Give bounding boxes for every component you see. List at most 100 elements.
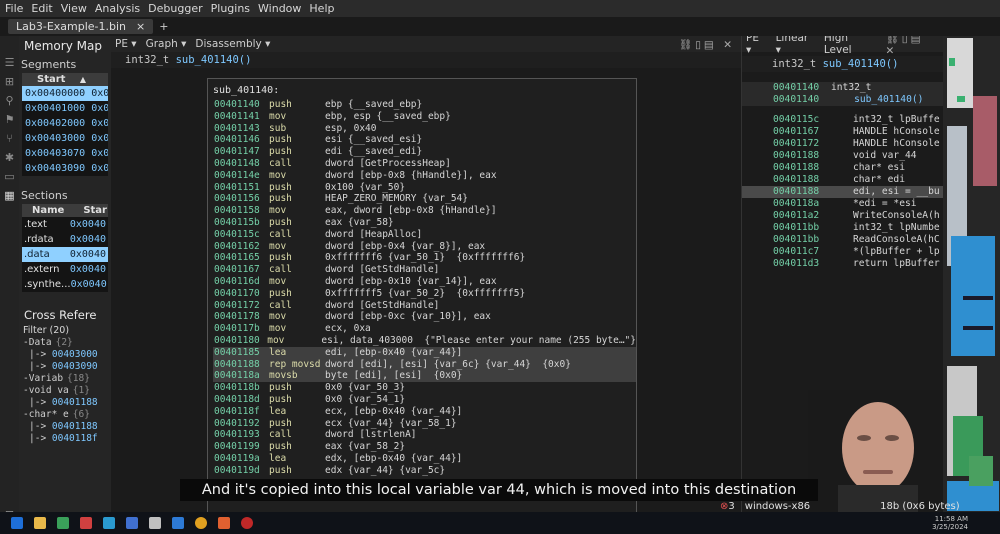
- xref-item[interactable]: |-> 00403090: [19, 361, 111, 373]
- menu-item-debugger[interactable]: Debugger: [148, 2, 202, 15]
- disasm-line[interactable]: 0040114e mov dword [ebp-0x8 {hHandle}], ea…: [213, 170, 636, 182]
- disasm-line[interactable]: 00401193 call dword [lstrlenA]: [213, 429, 636, 441]
- disasm-line[interactable]: 00401162 mov dword [ebp-0x4 {var_8}], eax: [213, 241, 636, 253]
- signature-name[interactable]: sub_401140(): [176, 54, 252, 66]
- disasm-line[interactable]: 00401158 mov eax, dword [ebp-0x8 {hHandle}…: [213, 205, 636, 217]
- debug-icon[interactable]: ✱: [5, 151, 14, 164]
- menu-item-edit[interactable]: Edit: [31, 2, 52, 15]
- disasm-line[interactable]: 00401141 mov ebp, esp {__saved_ebp}: [213, 111, 636, 123]
- xref-item[interactable]: -void va {1}: [19, 385, 111, 397]
- xref-item[interactable]: -Data {2}: [19, 337, 111, 349]
- memory-map-icon[interactable]: ▦: [4, 189, 14, 202]
- menu-item-help[interactable]: Help: [309, 2, 334, 15]
- hl-line[interactable]: 00401188 edi, esi = __bu: [742, 186, 943, 198]
- hl-header-line[interactable]: 00401140 int32_t: [742, 82, 943, 94]
- app6-icon[interactable]: [172, 517, 184, 529]
- app7-icon[interactable]: [218, 517, 230, 529]
- menu-item-file[interactable]: File: [5, 2, 23, 15]
- callgraph-icon[interactable]: ⑂: [6, 132, 13, 145]
- disasm-line[interactable]: 00401146 push esi {__saved_esi}: [213, 134, 636, 146]
- disasm-line[interactable]: 00401148 call dword [GetProcessHeap]: [213, 158, 636, 170]
- hl-line[interactable]: 00401188 char* edi: [742, 174, 943, 186]
- hl-line[interactable]: 004011bb int32_t lpNumbe: [742, 222, 943, 234]
- app5-icon[interactable]: [149, 517, 161, 529]
- disasm-line[interactable]: 0040118f lea ecx, [ebp-0x40 {var_44}]: [213, 406, 636, 418]
- disasm-line[interactable]: 00401188 rep movsd dword [edi], [esi] {var…: [213, 358, 636, 371]
- clock[interactable]: 11:58 AM 3/25/2024: [932, 515, 1000, 531]
- chrome-icon[interactable]: [195, 517, 207, 529]
- menu-item-view[interactable]: View: [61, 2, 87, 15]
- hl-line[interactable]: 0040118a *edi = *esi: [742, 198, 943, 210]
- segments-header[interactable]: Start ▲: [22, 73, 108, 86]
- disasm-line[interactable]: 00401199 push eax {var_58_2}: [213, 441, 636, 453]
- hl-line[interactable]: 00401188 char* esi: [742, 162, 943, 174]
- app2-icon[interactable]: [80, 517, 92, 529]
- disasm-line[interactable]: 00401147 push edi {__saved_edi}: [213, 146, 636, 158]
- disasm-line[interactable]: 0040116d mov dword [ebp-0x10 {var_14}], ea…: [213, 276, 636, 288]
- disasm-line[interactable]: 00401140 push ebp {__saved_ebp}: [213, 99, 636, 111]
- view-graph-dropdown[interactable]: Graph ▾: [146, 38, 187, 50]
- start-icon[interactable]: [11, 517, 23, 529]
- segment-row[interactable]: 0x00401000 0x00: [22, 101, 108, 116]
- tab-file[interactable]: Lab3-Example-1.bin ×: [8, 19, 154, 34]
- segment-row[interactable]: 0x00403070 0x00: [22, 146, 108, 161]
- view-pe-dropdown[interactable]: PE ▾: [115, 38, 137, 50]
- menu-item-plugins[interactable]: Plugins: [211, 2, 250, 15]
- section-row[interactable]: .rdata 0x0040: [22, 232, 108, 247]
- xref-item[interactable]: |-> 00401188: [19, 397, 111, 409]
- right-view-linear-dropdown[interactable]: Linear ▾: [776, 36, 815, 56]
- section-row[interactable]: .extern 0x0040: [22, 262, 108, 277]
- disasm-line[interactable]: 00401180 mov esi, data_403000 {"Please ent…: [213, 335, 636, 347]
- section-row[interactable]: .synthe... 0x0040: [22, 277, 108, 292]
- hl-line[interactable]: 004011d3 return lpBuffer: [742, 258, 943, 270]
- disasm-line[interactable]: 00401185 lea edi, [ebp-0x40 {var_44}]: [213, 346, 636, 359]
- pane-controls-icon[interactable]: ⛓▯▤ ✕: [679, 38, 741, 51]
- terminal-icon[interactable]: ▭: [4, 170, 14, 183]
- binary-ninja-icon[interactable]: [241, 517, 253, 529]
- hl-line[interactable]: 004011bb ReadConsoleA(hC: [742, 234, 943, 246]
- disasm-line[interactable]: 00401178 mov dword [ebp-0xc {var_10}], eax: [213, 311, 636, 323]
- disasm-line[interactable]: 0040119a lea edx, [ebp-0x40 {var_44}]: [213, 453, 636, 465]
- hl-line[interactable]: 00401188 void var_44: [742, 150, 943, 162]
- types-icon[interactable]: ⊞: [5, 75, 14, 88]
- segment-row[interactable]: 0x00400000 0x00: [22, 86, 108, 101]
- add-tab-icon[interactable]: +: [159, 20, 168, 33]
- close-icon[interactable]: ×: [136, 20, 145, 33]
- xref-item[interactable]: |-> 00403000: [19, 349, 111, 361]
- view-disassembly-dropdown[interactable]: Disassembly ▾: [195, 38, 270, 50]
- xref-filter[interactable]: Filter (20): [19, 325, 111, 337]
- disasm-line[interactable]: 00401151 push 0x100 {var_50}: [213, 182, 636, 194]
- section-row[interactable]: .data 0x0040: [22, 247, 108, 262]
- sections-header[interactable]: Name Star: [22, 204, 108, 217]
- right-view-pe-dropdown[interactable]: PE ▾: [746, 36, 767, 56]
- menu-item-analysis[interactable]: Analysis: [95, 2, 140, 15]
- tags-icon[interactable]: ⚑: [5, 113, 15, 126]
- symbols-icon[interactable]: ☰: [5, 56, 15, 69]
- disasm-line[interactable]: 00401167 call dword [GetStdHandle]: [213, 264, 636, 276]
- variables-icon[interactable]: ⚲: [5, 94, 13, 107]
- hl-line[interactable]: 004011a2 WriteConsoleA(h: [742, 210, 943, 222]
- segment-row[interactable]: 0x00403000 0x00: [22, 131, 108, 146]
- disasm-line[interactable]: 0040119d push edx {var_44} {var_5c}: [213, 465, 636, 477]
- disasm-line[interactable]: 00401156 push HEAP_ZERO_MEMORY {var_54}: [213, 193, 636, 205]
- disasm-line[interactable]: 0040118b push 0x0 {var_50_3}: [213, 382, 636, 394]
- disasm-line[interactable]: 0040115c call dword [HeapAlloc]: [213, 229, 636, 241]
- file-explorer-icon[interactable]: [34, 517, 46, 529]
- hl-line[interactable]: 00401172 HANDLE hConsole: [742, 138, 943, 150]
- app3-icon[interactable]: [103, 517, 115, 529]
- xref-item[interactable]: -Variab {18}: [19, 373, 111, 385]
- section-row[interactable]: .text 0x0040: [22, 217, 108, 232]
- disasm-line[interactable]: 00401172 call dword [GetStdHandle]: [213, 300, 636, 312]
- menu-item-window[interactable]: Window: [258, 2, 301, 15]
- xref-item[interactable]: |-> 00401188: [19, 421, 111, 433]
- right-pane-controls-icon[interactable]: ⛓▯▤ ✕: [885, 36, 943, 57]
- hl-line[interactable]: 004011c7 *(lpBuffer + lp: [742, 246, 943, 258]
- disasm-line[interactable]: 0040115b push eax {var_58}: [213, 217, 636, 229]
- hl-line[interactable]: 00401167 HANDLE hConsole: [742, 126, 943, 138]
- disasm-line[interactable]: 00401143 sub esp, 0x40: [213, 123, 636, 135]
- error-count[interactable]: ⊗3: [720, 501, 735, 512]
- disasm-line[interactable]: 0040117b mov ecx, 0xa: [213, 323, 636, 335]
- xref-item[interactable]: -char* e {6}: [19, 409, 111, 421]
- right-view-hl-dropdown[interactable]: High Level: [824, 36, 877, 56]
- xref-item[interactable]: |-> 0040118f: [19, 433, 111, 445]
